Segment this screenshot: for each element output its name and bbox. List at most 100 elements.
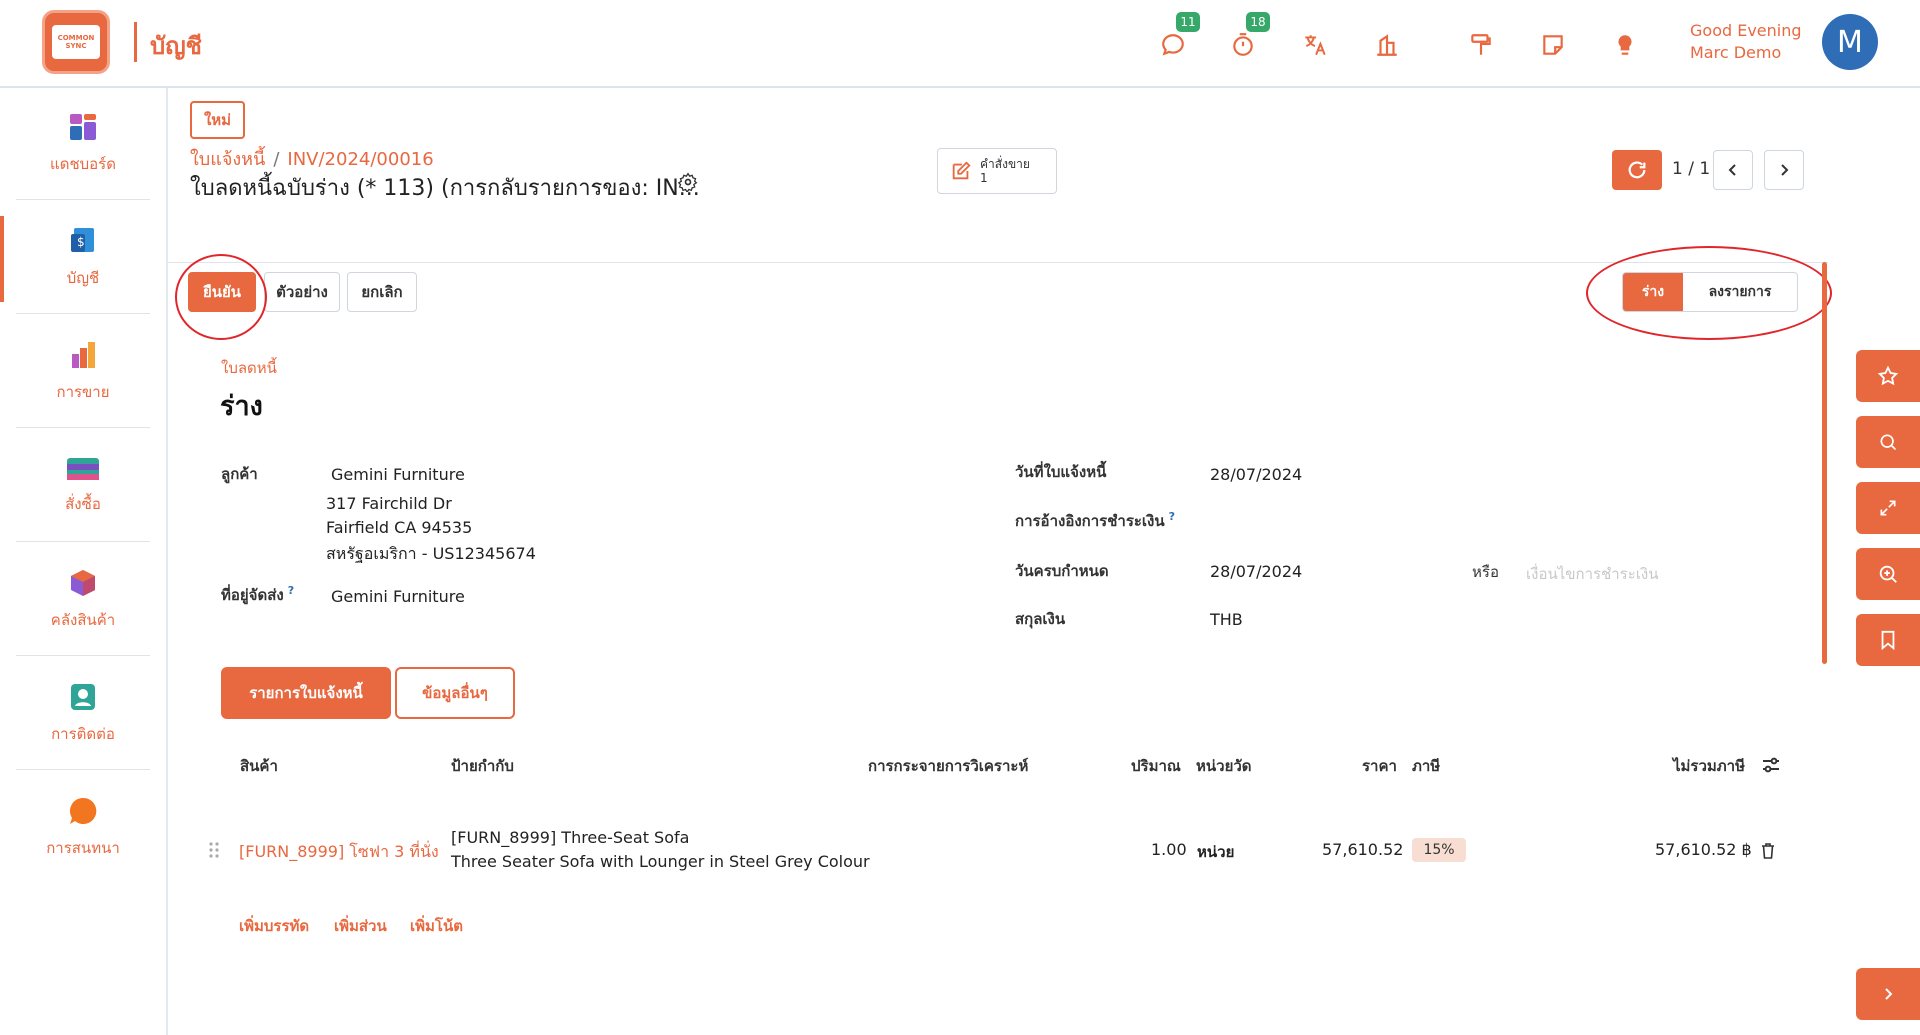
column-header-product[interactable]: สินค้า xyxy=(240,754,278,778)
help-icon[interactable]: ? xyxy=(1169,510,1175,523)
favorite-button[interactable] xyxy=(1856,350,1920,402)
sidebar-item-contacts[interactable]: การติดต่อ xyxy=(16,658,150,770)
discuss-icon xyxy=(69,797,97,824)
bookmark-icon xyxy=(1881,630,1895,650)
sales-icon xyxy=(72,341,95,368)
sidebar-item-dashboard[interactable]: แดชบอร์ด xyxy=(16,88,150,200)
expand-button[interactable] xyxy=(1856,482,1920,534)
smart-button-text: คำสั่งขาย 1 xyxy=(980,157,1030,185)
column-header-taxes[interactable]: ภาษี xyxy=(1412,754,1440,778)
breadcrumb-current[interactable]: INV/2024/00016 xyxy=(287,149,433,170)
breadcrumb-parent-link[interactable]: ใบแจ้งหนี้ xyxy=(190,149,265,170)
column-header-analytic[interactable]: การกระจายการวิเคราะห์ xyxy=(868,754,1028,778)
zoom-button[interactable] xyxy=(1856,548,1920,600)
bookmark-button[interactable] xyxy=(1856,614,1920,666)
tab-other-info[interactable]: ข้อมูลอื่นๆ xyxy=(395,667,515,719)
row-quantity[interactable]: 1.00 xyxy=(1151,840,1187,859)
column-header-uom[interactable]: หน่วยวัด xyxy=(1196,754,1252,778)
smart-button-count: 1 xyxy=(980,171,988,185)
refresh-button[interactable] xyxy=(1612,150,1662,190)
sidebar-item-accounting[interactable]: $ บัญชี xyxy=(16,202,150,314)
tips-button[interactable] xyxy=(1610,30,1640,60)
payment-reference-label: การอ้างอิงการชำระเงิน? xyxy=(1015,509,1175,533)
payment-terms-input[interactable]: เงื่อนไขการชำระเงิน xyxy=(1526,562,1659,586)
sidebar-item-discuss[interactable]: การสนทนา xyxy=(16,772,150,884)
preview-button[interactable]: ตัวอย่าง xyxy=(264,272,340,312)
sidebar-item-inventory[interactable]: คลังสินค้า xyxy=(16,544,150,656)
building-icon xyxy=(1377,34,1397,56)
user-avatar[interactable]: M xyxy=(1822,14,1878,70)
paint-button[interactable] xyxy=(1466,30,1496,60)
activities-button[interactable]: 18 xyxy=(1228,12,1270,60)
add-section-link[interactable]: เพิ่มส่วน xyxy=(334,914,387,938)
app-title: บัญชี xyxy=(150,32,202,60)
row-uom[interactable]: หน่วย xyxy=(1197,840,1234,864)
customer-name[interactable]: Gemini Furniture xyxy=(331,465,465,484)
pager-previous-button[interactable] xyxy=(1713,150,1753,190)
language-button[interactable] xyxy=(1300,30,1330,60)
sidebar-item-label: คลังสินค้า xyxy=(50,610,116,629)
sidebar-item-purchase[interactable]: สั่งซื้อ xyxy=(16,430,150,542)
row-product[interactable]: [FURN_8999] โซฟา 3 ที่นั่ง xyxy=(239,840,439,865)
row-label-line[interactable]: [FURN_8999] Three-Seat Sofa xyxy=(451,828,689,847)
drag-handle-icon[interactable] xyxy=(208,841,220,859)
delivery-address-label-text: ที่อยู่จัดส่ง xyxy=(221,586,284,604)
add-line-link[interactable]: เพิ่มบรรทัด xyxy=(239,914,309,938)
due-date-value[interactable]: 28/07/2024 xyxy=(1210,562,1302,581)
column-settings-icon[interactable] xyxy=(1762,756,1780,774)
chat-bubble-icon xyxy=(1162,34,1184,56)
notes-button[interactable] xyxy=(1538,30,1568,60)
dashboard-icon xyxy=(70,113,96,140)
invoice-date-value[interactable]: 28/07/2024 xyxy=(1210,465,1302,484)
translate-icon xyxy=(1305,35,1326,56)
expand-panel-button[interactable] xyxy=(1856,968,1920,1020)
due-date-label: วันครบกำหนด xyxy=(1015,562,1109,580)
smart-button-label: คำสั่งขาย xyxy=(980,157,1030,171)
row-tax-badge[interactable]: 15% xyxy=(1412,838,1466,862)
messages-button[interactable]: 11 xyxy=(1158,12,1200,60)
help-icon[interactable]: ? xyxy=(288,584,294,597)
app-logo[interactable]: COMMON SYNC xyxy=(42,10,110,74)
control-panel-divider xyxy=(168,262,1828,263)
column-header-label[interactable]: ป้ายกำกับ xyxy=(451,754,514,778)
document-state: ร่าง xyxy=(220,391,263,422)
contacts-icon xyxy=(71,683,95,710)
gear-icon[interactable] xyxy=(678,172,698,192)
scrollbar-indicator[interactable] xyxy=(1822,262,1827,664)
sidebar-item-sales[interactable]: การขาย xyxy=(16,316,150,428)
tab-invoice-lines[interactable]: รายการใบแจ้งหนี้ xyxy=(221,667,391,719)
chevron-right-icon xyxy=(1781,164,1789,176)
currency-value[interactable]: THB xyxy=(1210,610,1243,629)
sales-order-smart-button[interactable]: คำสั่งขาย 1 xyxy=(937,148,1057,194)
cancel-button[interactable]: ยกเลิก xyxy=(347,272,417,312)
row-label-line[interactable]: Three Seater Sofa with Lounger in Steel … xyxy=(451,852,870,871)
column-header-subtotal[interactable]: ไม่รวมภาษี xyxy=(1673,754,1745,778)
annotation-circle-confirm xyxy=(175,254,267,340)
delivery-address-label: ที่อยู่จัดส่ง? xyxy=(221,583,294,607)
messages-count-badge: 11 xyxy=(1176,12,1200,32)
customer-address-line: สหรัฐอเมริกา - US12345674 xyxy=(326,544,536,563)
search-button[interactable] xyxy=(1856,416,1920,468)
currency-label: สกุลเงิน xyxy=(1015,610,1066,628)
pager-next-button[interactable] xyxy=(1764,150,1804,190)
new-button[interactable]: ใหม่ xyxy=(190,101,245,139)
customer-address-line: Fairfield CA 94535 xyxy=(326,518,473,537)
inventory-icon xyxy=(71,569,95,596)
delivery-address-value[interactable]: Gemini Furniture xyxy=(331,587,465,606)
trash-icon[interactable] xyxy=(1761,843,1775,859)
breadcrumb-separator: / xyxy=(273,149,280,170)
edit-icon xyxy=(952,161,971,180)
column-header-price[interactable]: ราคา xyxy=(1362,754,1397,778)
customer-address-line: 317 Fairchild Dr xyxy=(326,494,452,513)
paint-roller-icon xyxy=(1471,34,1491,55)
zoom-in-icon xyxy=(1879,565,1897,583)
column-header-quantity[interactable]: ปริมาณ xyxy=(1131,754,1181,778)
add-note-link[interactable]: เพิ่มโน้ต xyxy=(410,914,463,938)
row-subtotal: 57,610.52 ฿ xyxy=(1655,840,1752,859)
activities-count-badge: 18 xyxy=(1246,12,1270,32)
sticky-note-icon xyxy=(1543,35,1563,55)
row-price[interactable]: 57,610.52 xyxy=(1322,840,1403,859)
sidebar-item-label: การติดต่อ xyxy=(51,724,115,743)
sidebar-item-label: การขาย xyxy=(56,382,110,401)
company-button[interactable] xyxy=(1372,30,1402,60)
